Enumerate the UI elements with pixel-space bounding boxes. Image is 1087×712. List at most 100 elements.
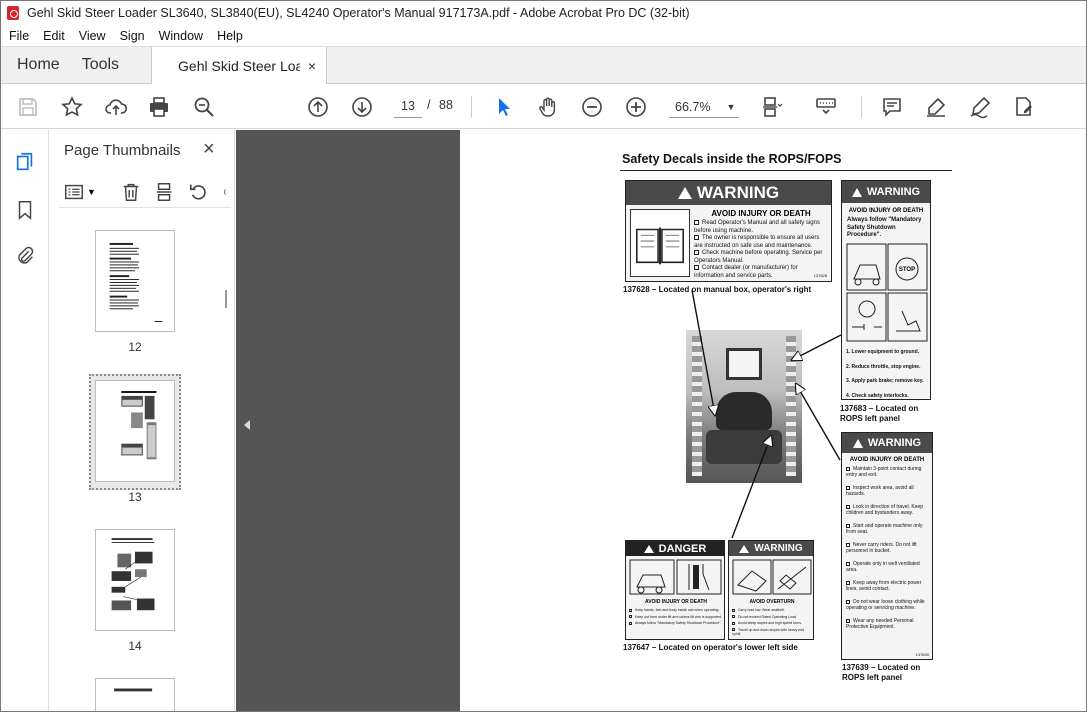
zoom-in-icon[interactable] [623, 94, 649, 120]
decal-overturn-pictograms [732, 559, 812, 595]
decal-overturn-item: Do not exceed Rated Operating Load. [732, 615, 812, 620]
checkbox-icon [694, 265, 699, 271]
decal-danger-item: Always follow "Mandatory Safety Shutdown… [629, 621, 723, 626]
decal-overturn-header: WARNING [729, 541, 813, 556]
decal-137683-steps: 1. Lower equipment to ground. 2. Reduce … [846, 349, 930, 399]
fill-sign-icon[interactable] [1011, 94, 1037, 120]
hand-tool-icon[interactable] [535, 94, 561, 120]
decal-137639-item: Look in direction of travel. Keep childr… [846, 504, 924, 516]
menu-help[interactable]: Help [217, 29, 243, 43]
decal-137683-step: 4. Check safety interlocks. [846, 392, 909, 399]
checkbox-icon [846, 466, 850, 471]
tab-home[interactable]: Home [1, 47, 76, 83]
delete-page-icon[interactable] [120, 181, 142, 203]
thumbnail-page-13-preview [121, 391, 157, 460]
zoom-level-select[interactable]: 66.7% ▼ [669, 96, 739, 118]
page-number-input[interactable]: 13 [394, 94, 422, 118]
decal-137639: WARNING AVOID INJURY OR DEATH Maintain 3… [841, 432, 933, 660]
thumbnail-page-12[interactable] [95, 230, 175, 332]
zoom-search-icon[interactable] [191, 94, 217, 120]
menu-file[interactable]: File [9, 29, 29, 43]
thumbnail-page-15-preview [114, 688, 153, 692]
checkbox-icon [846, 561, 850, 566]
cab-photo-part [716, 392, 772, 430]
decal-137639-subheader: AVOID INJURY OR DEATH [849, 457, 925, 463]
thumbnail-label-14: 14 [128, 639, 142, 653]
leader-arrow [796, 384, 841, 461]
acrobat-window: Gehl Skid Steer Loader SL3640, SL3840(EU… [0, 0, 1087, 712]
extract-pages-icon[interactable] [154, 181, 176, 203]
warning-triangle-icon [643, 544, 654, 553]
zoom-out-icon[interactable] [579, 94, 605, 120]
decal-137639-item: Start and operate machine only from seat… [846, 523, 923, 535]
page-total: 88 [439, 98, 453, 112]
thumbnail-page-15[interactable] [95, 678, 175, 711]
checkbox-icon [846, 599, 850, 604]
decal-137639-item: Never carry riders. Do not lift personne… [846, 542, 917, 554]
attachment-icon[interactable] [13, 244, 37, 268]
decal-137639-list: Maintain 3-point contact during entry an… [842, 466, 932, 630]
left-navigation-rail [1, 130, 49, 711]
pdf-page: Safety Decals inside the ROPS/FOPS WARNI… [460, 130, 1086, 711]
rotate-page-icon[interactable] [188, 181, 210, 203]
tab-document[interactable]: Gehl Skid Steer Loa... × [151, 47, 328, 85]
highlight-pen-icon[interactable] [923, 94, 949, 120]
thumbnail-options-icon[interactable]: ▼ [63, 181, 96, 203]
page-thumbnails-icon[interactable] [13, 150, 37, 174]
decal-137647-danger: DANGER AVOID INJURY OR DEATH Keep hands,… [625, 540, 725, 640]
warning-triangle-icon [677, 187, 692, 199]
checkbox-icon [732, 628, 735, 632]
warning-triangle-icon [851, 187, 862, 197]
next-page-icon[interactable] [349, 94, 375, 120]
thumbnail-page-14-preview [111, 538, 155, 611]
thumbnails-panel: Page Thumbnails × ▼ 12 13 14 [49, 130, 235, 711]
menu-window[interactable]: Window [159, 29, 203, 43]
star-icon[interactable] [59, 94, 85, 120]
upload-cloud-icon[interactable] [103, 94, 129, 120]
menu-sign[interactable]: Sign [120, 29, 145, 43]
sign-pen-icon[interactable] [967, 94, 993, 120]
thumbnail-scrollbar[interactable] [225, 290, 227, 308]
checkbox-icon [629, 615, 632, 619]
decal-137683-subheader: AVOID INJURY OR DEATH [848, 208, 924, 214]
checkbox-icon [732, 608, 735, 612]
decal-137628-item: The owner is responsible to ensure all u… [694, 235, 820, 249]
tab-tools[interactable]: Tools [76, 47, 135, 83]
checkbox-icon [846, 485, 850, 490]
decal-137647-overturn: WARNING AVOID OVERTURN Carry load low. W… [728, 540, 814, 640]
decal-137639-item: Operate only in well ventilated area. [846, 561, 920, 573]
thumbnail-page-14[interactable] [95, 529, 175, 631]
decal-137647-caption: 137647 – Located on operator's lower lef… [623, 643, 798, 652]
decal-danger-body: AVOID INJURY OR DEATH Keep hands, feet a… [629, 599, 723, 626]
menu-edit[interactable]: Edit [43, 29, 65, 43]
decal-137628-item: Contact dealer (or manufacturer) for inf… [694, 265, 798, 279]
comment-icon[interactable] [879, 94, 905, 120]
checkbox-icon [629, 621, 632, 625]
cab-photo-part [706, 430, 782, 464]
decal-137628-subheader: AVOID INJURY OR DEATH [711, 209, 811, 218]
decal-137639-header-text: WARNING [867, 437, 922, 449]
page-layout-icon[interactable] [759, 94, 785, 120]
stop-sign-label: STOP [898, 267, 916, 273]
thumbnail-label-12: 12 [128, 340, 142, 354]
rotate-clockwise-icon[interactable] [222, 181, 232, 203]
decal-danger-pictograms [629, 559, 723, 595]
decal-danger-header-text: DANGER [658, 542, 707, 555]
decal-137639-item: Do not wear loose clothing while operati… [846, 599, 925, 611]
decal-137639-item: Inspect work area, avoid all hazards. [846, 485, 914, 497]
decal-137628-item: Check machine before operating. Service … [694, 250, 823, 264]
previous-page-icon[interactable] [305, 94, 331, 120]
keyboard-icon[interactable] [813, 94, 839, 120]
bookmark-icon[interactable] [13, 198, 37, 222]
select-cursor-icon[interactable] [491, 94, 517, 120]
collapse-panel-icon[interactable] [244, 420, 250, 430]
close-panel-icon[interactable]: × [203, 138, 215, 161]
thumbnail-page-13[interactable] [95, 380, 175, 482]
checkbox-icon [846, 523, 850, 528]
print-icon[interactable] [146, 94, 172, 120]
menu-view[interactable]: View [79, 29, 106, 43]
save-icon[interactable] [15, 94, 41, 120]
decal-137639-caption-line: ROPS left panel [842, 673, 903, 682]
tab-close-icon[interactable]: × [308, 58, 316, 74]
document-viewport[interactable]: Safety Decals inside the ROPS/FOPS WARNI… [236, 130, 1086, 711]
